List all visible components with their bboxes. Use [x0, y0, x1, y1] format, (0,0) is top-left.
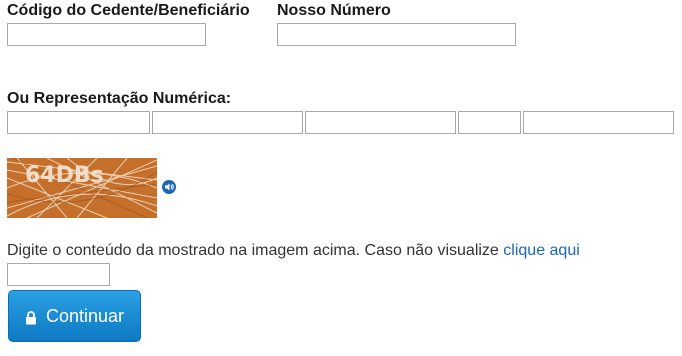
- representacao-label: Ou Representação Numérica:: [7, 90, 232, 107]
- representacao-field-5[interactable]: [523, 111, 674, 134]
- captcha-instructions-text: Digite o conteúdo da mostrado na imagem …: [7, 242, 499, 259]
- cedente-input[interactable]: [7, 23, 206, 46]
- continue-button-label: Continuar: [45, 305, 125, 326]
- lock-icon: [25, 309, 37, 325]
- reload-captcha-link[interactable]: clique aqui: [503, 242, 580, 259]
- nosso-numero-label: Nosso Número: [277, 2, 391, 19]
- captcha-instructions: Digite o conteúdo da mostrado na imagem …: [7, 242, 580, 260]
- representacao-field-4[interactable]: [458, 111, 521, 134]
- captcha-image: 64DBs: [7, 158, 157, 218]
- continue-button[interactable]: Continuar: [8, 290, 141, 342]
- representacao-field-1[interactable]: [7, 111, 150, 134]
- nosso-numero-input[interactable]: [277, 23, 516, 46]
- captcha-text: 64DBs: [25, 163, 104, 188]
- cedente-label: Código do Cedente/Beneficiário: [7, 2, 250, 19]
- captcha-input[interactable]: [7, 263, 110, 286]
- captcha-noise: 64DBs: [7, 158, 157, 218]
- representacao-field-3[interactable]: [305, 111, 456, 134]
- representacao-field-2[interactable]: [152, 111, 303, 134]
- speaker-icon[interactable]: [162, 180, 176, 194]
